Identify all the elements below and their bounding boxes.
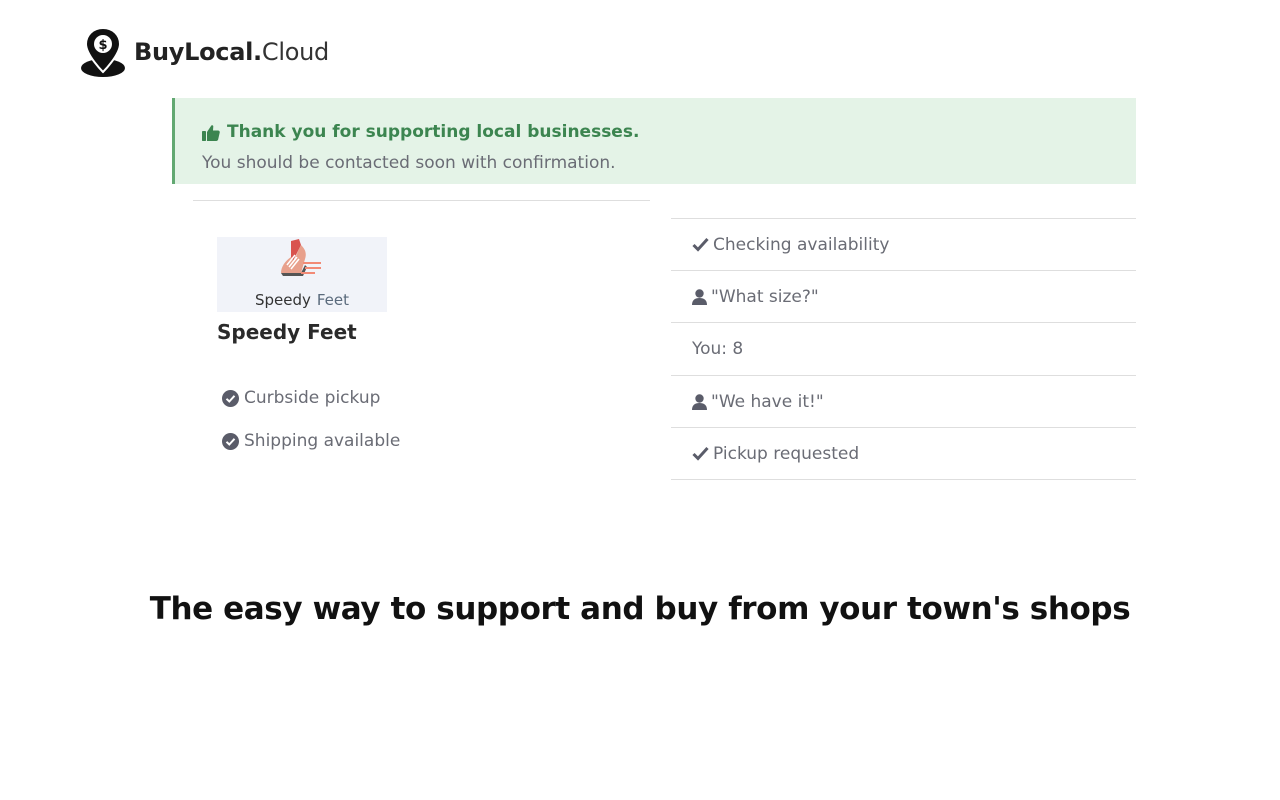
store-name: Speedy Feet (217, 320, 357, 344)
feature-label: Shipping available (244, 431, 401, 451)
feature-curbside-pickup: Curbside pickup (222, 388, 380, 408)
conversation-item-what-size: "What size?" (671, 270, 1136, 322)
conversation-text: Pickup requested (713, 443, 860, 464)
feature-label: Curbside pickup (244, 388, 381, 408)
check-circle-icon (222, 432, 239, 450)
svg-text:$: $ (98, 38, 107, 53)
brand-name-bold: BuyLocal. (134, 38, 262, 66)
divider (671, 479, 1136, 480)
feature-shipping-available: Shipping available (222, 431, 400, 451)
thumbs-up-icon (202, 124, 220, 141)
conversation-text: You: 8 (692, 338, 744, 359)
check-icon (692, 237, 709, 252)
conversation-item-user-reply: You: 8 (671, 322, 1136, 374)
conversation-item-pickup-requested: Pickup requested (671, 427, 1136, 479)
store-logo: Speedy Feet (217, 237, 387, 312)
alert-title: Thank you for supporting local businesse… (227, 122, 640, 142)
user-icon (692, 288, 707, 305)
running-shoe-icon (281, 239, 321, 276)
alert-message: You should be contacted soon with confir… (202, 153, 616, 173)
store-logo-word-1: Speedy (254, 291, 311, 309)
alert-title-row: Thank you for supporting local businesse… (202, 122, 639, 142)
store-logo-word-2: Feet (316, 291, 350, 309)
user-icon (692, 393, 707, 410)
conversation-item-we-have-it: "We have it!" (671, 375, 1136, 427)
check-icon (692, 446, 709, 461)
conversation-text: Checking availability (713, 234, 890, 255)
divider (193, 200, 650, 201)
success-alert: Thank you for supporting local businesse… (172, 98, 1136, 184)
conversation-item-checking: Checking availability (671, 218, 1136, 270)
location-pin-dollar-icon: $ (81, 26, 125, 77)
store-logo-text: Speedy Feet (217, 291, 387, 309)
brand-logo[interactable]: $ BuyLocal.Cloud (80, 26, 329, 78)
brand-name-light: Cloud (261, 38, 329, 66)
check-circle-icon (222, 389, 239, 407)
tagline: The easy way to support and buy from you… (149, 591, 1131, 627)
conversation-text: "What size?" (711, 286, 819, 307)
conversation-text: "We have it!" (711, 391, 824, 412)
brand-name: BuyLocal.Cloud (134, 40, 329, 64)
